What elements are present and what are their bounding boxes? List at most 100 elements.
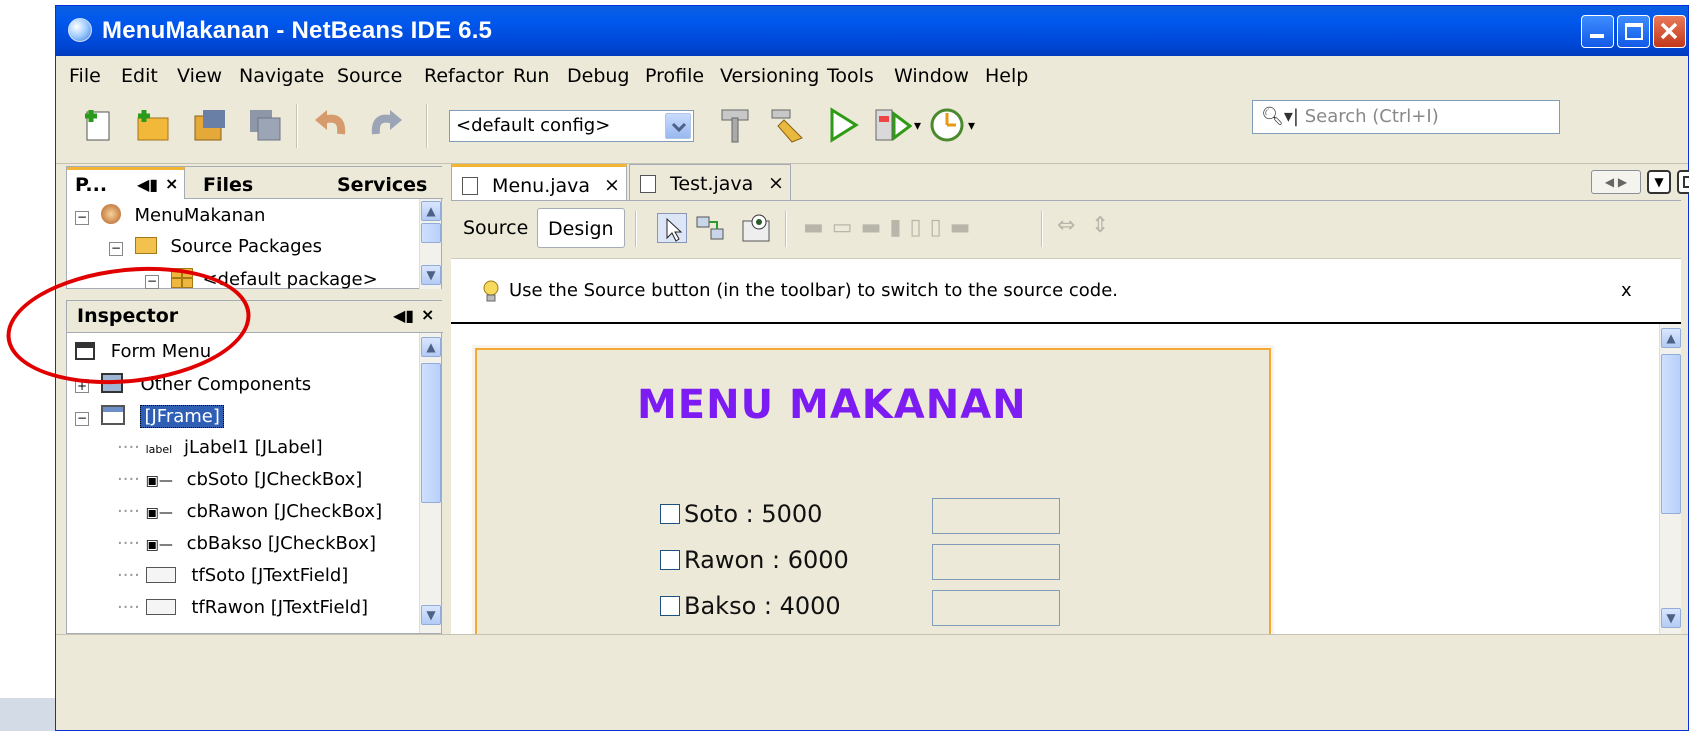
profile-icon[interactable]: [928, 106, 966, 144]
tree-item-cbsoto[interactable]: ···· ▣— cbSoto [JCheckBox]: [117, 469, 362, 490]
menu-navigate[interactable]: Navigate: [239, 65, 324, 87]
selection-mode-icon[interactable]: [657, 213, 687, 243]
canvas-scrollbar[interactable]: ▲ ▼: [1659, 324, 1681, 634]
form-title-label[interactable]: MENU MAKANAN: [637, 382, 1027, 428]
close-tab-icon[interactable]: ×: [768, 172, 784, 194]
tree-item-label: cbBakso [JCheckBox]: [186, 533, 377, 554]
debug-dropdown-icon[interactable]: ▾: [914, 118, 921, 134]
scroll-thumb[interactable]: [421, 363, 441, 503]
collapse-icon[interactable]: −: [109, 242, 123, 256]
scroll-up-icon[interactable]: ▲: [421, 337, 441, 357]
textfield-soto[interactable]: [932, 498, 1060, 534]
tree-item-cbrawon[interactable]: ···· ▣— cbRawon [JCheckBox]: [117, 501, 382, 522]
scroll-down-icon[interactable]: ▼: [421, 265, 441, 285]
scroll-up-icon[interactable]: ▲: [1661, 328, 1681, 348]
close-panel-icon[interactable]: ×: [165, 174, 178, 193]
close-panel-icon[interactable]: ×: [421, 305, 434, 324]
config-value: <default config>: [456, 115, 611, 136]
resize-vertical-icon[interactable]: ⇕: [1091, 213, 1109, 238]
collapse-icon[interactable]: −: [75, 412, 89, 426]
menu-profile[interactable]: Profile: [645, 65, 704, 87]
chevron-down-icon[interactable]: [665, 113, 691, 139]
minimize-button[interactable]: [1581, 15, 1614, 48]
tree-item-cbbakso[interactable]: ···· ▣— cbBakso [JCheckBox]: [117, 533, 376, 554]
redo-icon[interactable]: [366, 106, 404, 144]
menu-view[interactable]: View: [177, 65, 222, 87]
checkbox-rawon[interactable]: Rawon : 6000: [660, 546, 849, 574]
scroll-down-icon[interactable]: ▼: [421, 605, 441, 625]
collapse-icon[interactable]: −: [75, 211, 89, 225]
menu-run[interactable]: Run: [513, 65, 549, 87]
menu-source[interactable]: Source: [337, 65, 402, 87]
menu-refactor[interactable]: Refactor: [424, 65, 504, 87]
debug-icon[interactable]: [874, 106, 913, 144]
resize-horizontal-icon[interactable]: ⇔: [1057, 213, 1075, 238]
hint-close-button[interactable]: x: [1621, 280, 1632, 301]
textfield-icon: [145, 567, 176, 583]
undo-icon[interactable]: [313, 106, 351, 144]
tree-item-jframe[interactable]: − [JFrame]: [75, 405, 224, 428]
textfield-rawon[interactable]: [932, 544, 1060, 580]
menu-edit[interactable]: Edit: [121, 65, 158, 87]
new-project-icon[interactable]: [134, 106, 172, 144]
config-select[interactable]: <default config>: [449, 110, 694, 142]
tree-item-label: MenuMakanan: [134, 205, 266, 226]
minimize-panel-icon[interactable]: ◀▮: [137, 175, 158, 194]
tree-item-jlabel1[interactable]: ···· label jLabel1 [JLabel]: [117, 437, 323, 458]
search-placeholder: Search (Ctrl+I): [1304, 106, 1439, 127]
tree-item-tfsoto[interactable]: ···· tfSoto [JTextField]: [117, 565, 348, 586]
maximize-button[interactable]: [1617, 15, 1650, 48]
design-view-button[interactable]: Design: [537, 208, 625, 248]
checkbox-bakso[interactable]: Bakso : 4000: [660, 592, 841, 620]
tree-item-label: jLabel1 [JLabel]: [183, 437, 323, 458]
search-icon[interactable]: 🔍︎▾|: [1261, 106, 1299, 127]
new-file-icon[interactable]: [81, 106, 119, 144]
connection-mode-icon[interactable]: [695, 213, 725, 243]
menu-tools[interactable]: Tools: [827, 65, 874, 87]
title-bar[interactable]: MenuMakanan - NetBeans IDE 6.5: [56, 6, 1688, 56]
clean-build-icon[interactable]: [768, 106, 806, 144]
checkbox-box[interactable]: [660, 596, 680, 616]
checkbox-box[interactable]: [660, 504, 680, 524]
menu-versioning[interactable]: Versioning: [720, 65, 819, 87]
inspector-scrollbar[interactable]: ▲ ▼: [419, 333, 441, 633]
tree-item-label: cbRawon [JCheckBox]: [186, 501, 383, 522]
close-icon: [1660, 22, 1678, 40]
checkbox-box[interactable]: [660, 550, 680, 570]
search-input[interactable]: 🔍︎▾| Search (Ctrl+I): [1252, 100, 1560, 134]
tree-item-menumakanan[interactable]: − MenuMakanan: [75, 204, 265, 226]
tab-files[interactable]: Files: [193, 170, 263, 200]
open-project-icon[interactable]: [191, 106, 229, 144]
close-button[interactable]: [1653, 15, 1686, 48]
tab-list-icon[interactable]: ▼: [1647, 170, 1671, 194]
profile-dropdown-icon[interactable]: ▾: [968, 118, 975, 134]
scroll-up-icon[interactable]: ▲: [421, 201, 441, 221]
tab-test-java[interactable]: Test.java ×: [629, 164, 791, 200]
maximize-editor-icon[interactable]: [1677, 170, 1689, 194]
scroll-down-icon[interactable]: ▼: [1661, 608, 1681, 628]
preview-design-icon[interactable]: [741, 213, 771, 243]
scroll-thumb[interactable]: [421, 223, 441, 243]
menu-debug[interactable]: Debug: [567, 65, 629, 87]
source-view-button[interactable]: Source: [453, 208, 538, 248]
alignment-icons[interactable]: ▬▭▬▮▯▯▬: [803, 215, 1043, 241]
tab-menu-java[interactable]: Menu.java ×: [451, 164, 627, 200]
menu-help[interactable]: Help: [985, 65, 1028, 87]
menu-file[interactable]: File: [69, 65, 101, 87]
save-all-icon[interactable]: [246, 106, 284, 144]
projects-scrollbar[interactable]: ▲ ▼: [419, 199, 441, 289]
run-icon[interactable]: [824, 106, 862, 144]
jframe-form[interactable]: MENU MAKANAN Soto : 5000 Rawon : 6000 Ba…: [475, 348, 1271, 648]
minimize-panel-icon[interactable]: ◀▮: [393, 306, 414, 325]
tab-services[interactable]: Services: [327, 170, 437, 200]
menu-window[interactable]: Window: [894, 65, 969, 87]
scroll-thumb[interactable]: [1661, 354, 1681, 514]
tab-scroll-arrows-icon[interactable]: ◀ ▶: [1591, 170, 1641, 194]
tree-item-tfrawon[interactable]: ···· tfRawon [JTextField]: [117, 597, 368, 618]
build-hammer-icon[interactable]: [716, 106, 754, 144]
tree-item-source-packages[interactable]: − Source Packages: [109, 236, 322, 257]
close-tab-icon[interactable]: ×: [604, 174, 620, 196]
tab-projects[interactable]: P... ◀▮ ×: [67, 167, 185, 199]
checkbox-soto[interactable]: Soto : 5000: [660, 500, 822, 528]
textfield-bakso[interactable]: [932, 590, 1060, 626]
